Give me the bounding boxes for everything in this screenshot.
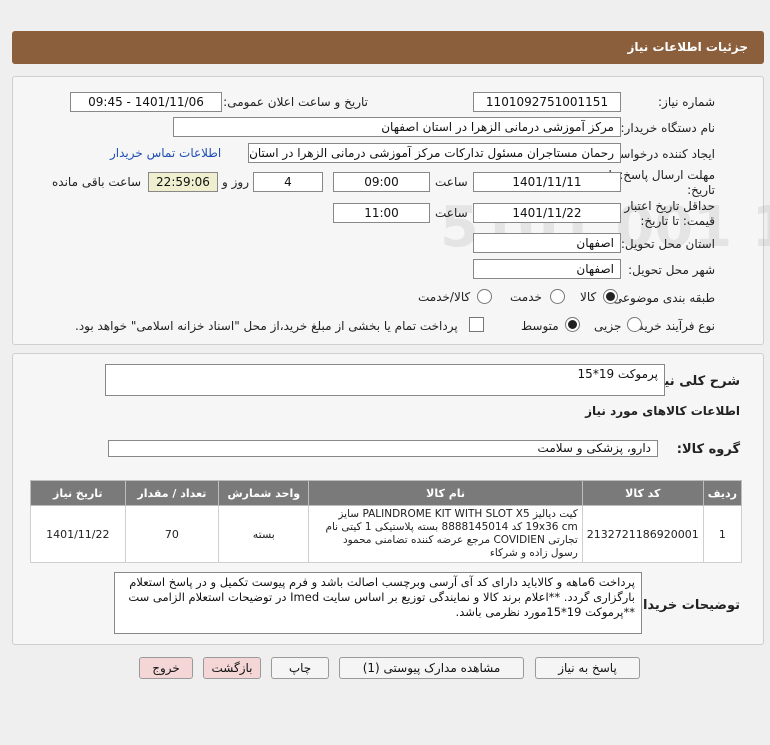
process-label: نوع فرآیند خرید : — [630, 319, 715, 333]
buyer-contact-link[interactable]: اطلاعات تماس خریدار — [110, 146, 221, 160]
print-button[interactable]: چاپ — [271, 657, 329, 679]
validity-label-date: قیمت: تا تاریخ: — [640, 214, 715, 228]
reply-button[interactable]: پاسخ به نیاز — [535, 657, 640, 679]
province-label: استان محل تحویل: — [620, 237, 715, 251]
creator-field: رحمان مستاجران مسئول تدارکات مرکز آموزشی… — [248, 143, 621, 163]
deadline-time-label: ساعت — [435, 175, 468, 189]
validity-label: حداقل تاریخ اعتبار — [624, 199, 715, 213]
validity-time-label: ساعت — [435, 206, 468, 220]
announce-datetime-field: 1401/11/06 - 09:45 — [70, 92, 222, 112]
days-label: روز و — [222, 175, 249, 189]
col-unit: واحد شمارش — [218, 480, 310, 506]
col-code: کد کالا — [581, 480, 704, 506]
deadline-time-field: 09:00 — [333, 172, 430, 192]
province-field: اصفهان — [473, 233, 621, 253]
cell-qty: 70 — [124, 505, 220, 563]
buyer-org-field: مرکز آموزشی درمانی الزهرا در استان اصفها… — [173, 117, 621, 137]
back-button[interactable]: بازگشت — [203, 657, 261, 679]
category-option-service: خدمت — [510, 290, 542, 304]
cell-date: 1401/11/22 — [30, 505, 126, 563]
process-radio-minor[interactable] — [627, 317, 642, 332]
cell-unit: بسته — [218, 505, 310, 563]
deadline-date-field: 1401/11/11 — [473, 172, 621, 192]
creator-label: ایجاد کننده درخواست: — [604, 147, 715, 161]
category-radio-goods[interactable] — [603, 289, 618, 304]
page-title: جزئیات اطلاعات نیاز — [627, 40, 748, 54]
announce-label: تاریخ و ساعت اعلان عمومی: — [223, 95, 368, 109]
category-radio-service[interactable] — [550, 289, 565, 304]
deadline-label-date: تاریخ: — [687, 183, 715, 197]
remaining-time-field: 22:59:06 — [148, 172, 218, 192]
category-option-goods: کالا — [580, 290, 597, 304]
city-label: شهر محل تحویل: — [628, 263, 715, 277]
validity-time-field: 11:00 — [333, 203, 430, 223]
need-number-label: شماره نیاز: — [658, 95, 715, 109]
description-field: پرموکت 19*15 — [105, 364, 665, 396]
category-label: طبقه بندی موضوعی: — [608, 291, 715, 305]
need-number-field: 1101092751001151 — [473, 92, 621, 112]
page-header: جزئیات اطلاعات نیاز — [12, 31, 764, 64]
remaining-label: ساعت باقی مانده — [52, 175, 142, 189]
col-name: نام کالا — [308, 480, 583, 506]
goods-info-title: اطلاعات کالاهای مورد نیاز — [585, 404, 740, 418]
cell-name: کیت دیالیز PALINDROME KIT WITH SLOT X5 س… — [308, 505, 583, 563]
validity-date-field: 1401/11/22 — [473, 203, 621, 223]
days-remaining-field: 4 — [253, 172, 323, 192]
cell-row: 1 — [702, 505, 743, 563]
process-radio-medium[interactable] — [565, 317, 580, 332]
table-row: 1 2132721186920001 کیت دیالیز PALINDROME… — [30, 505, 743, 563]
process-option-minor: جزیی — [594, 319, 622, 333]
exit-button[interactable]: خروج — [139, 657, 193, 679]
buyer-notes-label: توضیحات خریدار: — [630, 598, 740, 613]
col-qty: تعداد / مقدار — [124, 480, 220, 506]
buyer-org-label: نام دستگاه خریدار: — [620, 121, 716, 135]
treasury-payment-note: پرداخت تمام یا بخشی از مبلغ خرید،از محل … — [75, 319, 458, 333]
goods-table-header: ردیف کد کالا نام کالا واحد شمارش تعداد /… — [30, 480, 743, 506]
cell-code: 2132721186920001 — [581, 505, 704, 563]
view-attachments-button[interactable]: مشاهده مدارک پیوستی (1) — [339, 657, 524, 679]
category-option-goods-service: کالا/خدمت — [418, 290, 471, 304]
deadline-label: مهلت ارسال پاسخ: تا — [608, 168, 715, 182]
process-option-medium: متوسط — [521, 319, 559, 333]
goods-table: ردیف کد کالا نام کالا واحد شمارش تعداد /… — [30, 480, 743, 563]
col-row: ردیف — [702, 480, 743, 506]
goods-group-label: گروه کالا: — [676, 442, 740, 457]
city-field: اصفهان — [473, 259, 621, 279]
col-date: تاریخ نیاز — [30, 480, 126, 506]
goods-group-field: دارو، پزشکی و سلامت — [108, 440, 658, 457]
treasury-payment-checkbox[interactable] — [469, 317, 484, 332]
category-radio-goods-service[interactable] — [477, 289, 492, 304]
buyer-notes-field: پرداخت 6ماهه و کالاباید دارای کد آی آرسی… — [114, 572, 642, 634]
